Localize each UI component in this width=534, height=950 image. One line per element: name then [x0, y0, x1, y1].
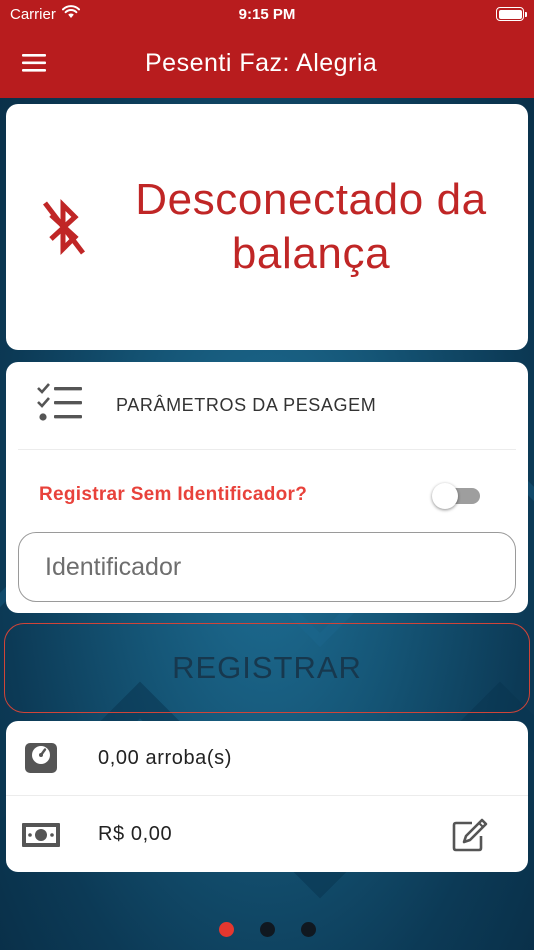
battery-icon: [496, 7, 527, 21]
weight-row: 0,00 arroba(s): [6, 721, 528, 796]
no-identifier-row: Registrar Sem Identificador?: [6, 472, 528, 518]
page-indicator: [0, 918, 534, 940]
status-right: [344, 7, 527, 21]
status-time: 9:15 PM: [238, 5, 296, 23]
register-button[interactable]: REGISTRAR: [4, 623, 530, 713]
hamburger-menu-button[interactable]: [0, 28, 70, 98]
connection-status-line2: balança: [231, 229, 391, 278]
hamburger-menu-icon: [22, 54, 46, 72]
page-dot-2[interactable]: [259, 921, 275, 937]
app-title: Pesenti Faz: Alegria: [145, 48, 378, 77]
connection-status-line1: Desconectado da: [135, 175, 487, 224]
money-value: R$ 0,00: [98, 823, 173, 845]
no-identifier-toggle[interactable]: [432, 482, 480, 509]
page-dot-1[interactable]: [218, 921, 234, 937]
money-icon: [0, 822, 86, 848]
page-dot-3[interactable]: [300, 921, 316, 937]
app-bar: Pesenti Faz: Alegria: [0, 28, 534, 98]
checklist-icon: [36, 383, 104, 428]
connection-status: Desconectado da balança: [116, 173, 528, 281]
status-left: Carrier: [10, 5, 190, 23]
params-header: PARÂMETROS DA PESAGEM: [18, 362, 516, 450]
params-title: PARÂMETROS DA PESAGEM: [116, 395, 377, 415]
connection-card: Desconectado da balança: [6, 104, 528, 350]
carrier-label: Carrier: [10, 5, 56, 23]
identifier-input[interactable]: [18, 532, 516, 602]
no-identifier-label: Registrar Sem Identificador?: [39, 484, 308, 505]
money-row: R$ 0,00: [6, 797, 528, 872]
status-bar: Carrier 9:15 PM: [0, 0, 534, 28]
scale-icon: [0, 742, 86, 774]
weight-value: 0,00 arroba(s): [98, 746, 233, 769]
wifi-icon: [61, 5, 80, 23]
edit-icon: [452, 818, 488, 851]
bluetooth-disabled-icon: [12, 197, 116, 257]
register-label: REGISTRAR: [172, 650, 362, 685]
params-card: PARÂMETROS DA PESAGEM Registrar Sem Iden…: [6, 362, 528, 613]
edit-price-button[interactable]: [440, 818, 500, 852]
values-card: 0,00 arroba(s) R$ 0,00: [6, 721, 528, 872]
toggle-thumb: [432, 483, 458, 509]
